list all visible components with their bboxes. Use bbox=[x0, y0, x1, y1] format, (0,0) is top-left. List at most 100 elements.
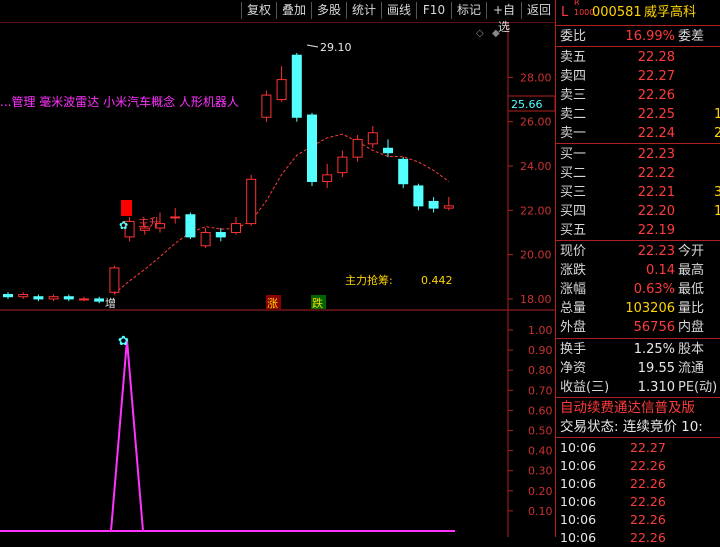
candle-body bbox=[79, 298, 89, 301]
marker-die: 跌 bbox=[312, 296, 323, 310]
sub-y-tick-label: 0.30 bbox=[528, 465, 553, 478]
max-price-pointer bbox=[306, 44, 319, 48]
stat-value: 56756 bbox=[633, 320, 675, 335]
promo-banner[interactable]: 自动续费通达信普及版 bbox=[556, 399, 720, 418]
stat-value: 103206 bbox=[625, 301, 675, 316]
stat-right-label: 最低 bbox=[678, 282, 705, 297]
marker-zhang: 涨 bbox=[267, 297, 278, 310]
bid-volume: 3 bbox=[714, 185, 720, 200]
candle-body bbox=[443, 205, 454, 209]
bid-price: 22.23 bbox=[637, 147, 675, 162]
overlay-button[interactable]: 叠加 bbox=[276, 2, 311, 19]
bid-volume: 1 bbox=[714, 204, 720, 219]
ask-volume: 1 bbox=[714, 107, 720, 122]
statistics-button[interactable]: 统计 bbox=[346, 2, 381, 19]
back-button[interactable]: 返回 bbox=[521, 2, 556, 19]
candle-body bbox=[352, 138, 363, 158]
sub-y-tick-label: 0.10 bbox=[528, 505, 553, 518]
ask-price: 22.25 bbox=[637, 107, 675, 122]
butterfly-icon: ✿ bbox=[119, 219, 128, 232]
multi-stock-button[interactable]: 多股 bbox=[311, 2, 346, 19]
candle-body bbox=[200, 231, 211, 247]
main-force-value: 0.442 bbox=[421, 274, 453, 287]
candle-body bbox=[413, 185, 424, 207]
webi-label: 委比 bbox=[560, 29, 587, 44]
bid-row[interactable]: 买三 22.21 3 bbox=[556, 183, 720, 202]
ask-row[interactable]: 卖三 22.26 bbox=[556, 86, 720, 105]
bid-row[interactable]: 买五 22.19 bbox=[556, 221, 720, 240]
ask-row[interactable]: 卖四 22.27 bbox=[556, 67, 720, 86]
bid-label: 买二 bbox=[560, 166, 587, 181]
webi-value: 16.99% bbox=[625, 29, 675, 44]
chart-toolbar: 复权 叠加 多股 统计 画线 F10 标记 +自选 返回 bbox=[0, 0, 556, 34]
butterfly-signal-icon: ✿ bbox=[118, 334, 129, 349]
bid-price: 22.21 bbox=[637, 185, 675, 200]
f10-button[interactable]: F10 bbox=[416, 2, 451, 19]
bid-label: 买五 bbox=[560, 223, 587, 238]
fuquan-button[interactable]: 复权 bbox=[241, 2, 276, 19]
ask-label: 卖五 bbox=[560, 50, 587, 65]
trade-status-text: 交易状态: 连续竞价 10: bbox=[560, 419, 703, 435]
candle-body bbox=[337, 156, 348, 174]
quote-stat-row: 现价 22.23 今开 bbox=[556, 242, 720, 261]
kline-chart[interactable]: 28.00 26.00 24.00 22.00 20.00 18.00 1.00 0.90 0… bbox=[0, 0, 555, 537]
max-price-label: 29.10 bbox=[320, 41, 352, 54]
tick-row: 10:06 22.26 bbox=[556, 529, 720, 547]
y-tick-label: 18.00 bbox=[520, 293, 552, 306]
stock-name: 威孚高科 bbox=[644, 5, 697, 20]
sub-y-tick-label: 0.20 bbox=[528, 485, 553, 498]
y-tick-label: 28.00 bbox=[520, 71, 552, 84]
mark-button[interactable]: 标记 bbox=[451, 2, 486, 19]
settings-diamond-icon: ◇ bbox=[476, 28, 484, 39]
tick-row: 10:06 22.26 bbox=[556, 511, 720, 529]
candle-body bbox=[428, 200, 439, 209]
candle-body bbox=[231, 223, 241, 233]
trade-status: 交易状态: 连续竞价 10: bbox=[556, 418, 720, 437]
ask-label: 卖三 bbox=[560, 88, 587, 103]
tick-price: 22.26 bbox=[630, 476, 666, 491]
fundamental-row: 净资 19.55 流通 bbox=[556, 359, 720, 378]
ask-price: 22.24 bbox=[637, 126, 675, 141]
candle-body bbox=[322, 174, 333, 183]
y-tick-label: 20.00 bbox=[520, 249, 552, 262]
fundamental-right-label: 流通 bbox=[678, 361, 705, 376]
candle-body bbox=[33, 296, 44, 300]
candle-body bbox=[261, 94, 272, 118]
fundamental-label: 换手 bbox=[560, 342, 587, 357]
candle-body bbox=[215, 231, 226, 238]
sub-y-tick-label: 0.40 bbox=[528, 445, 553, 458]
tick-time: 10:06 bbox=[560, 530, 597, 545]
candle-body bbox=[170, 216, 181, 219]
moving-average-line bbox=[114, 133, 450, 295]
ask-row[interactable]: 卖二 22.25 1 bbox=[556, 105, 720, 124]
draw-line-button[interactable]: 画线 bbox=[381, 2, 416, 19]
add-watchlist-button[interactable]: +自选 bbox=[486, 2, 521, 34]
bid-row[interactable]: 买二 22.22 bbox=[556, 164, 720, 183]
sub-y-tick-label: 0.60 bbox=[528, 404, 553, 417]
fundamental-right-label: PE(动) bbox=[678, 380, 718, 395]
stat-right-label: 今开 bbox=[678, 244, 705, 259]
candle-body bbox=[3, 293, 13, 298]
candle-body bbox=[18, 293, 29, 298]
tick-row: 10:06 22.26 bbox=[556, 475, 720, 493]
bid-row[interactable]: 买一 22.23 bbox=[556, 145, 720, 164]
bid-label: 买三 bbox=[560, 185, 587, 200]
level-l-badge: L bbox=[561, 5, 569, 20]
candle-body bbox=[367, 132, 378, 145]
stat-label: 外盘 bbox=[560, 320, 587, 335]
weicha-label: 委差 bbox=[678, 29, 705, 44]
candle-body bbox=[291, 54, 302, 118]
bid-row[interactable]: 买四 22.20 1 bbox=[556, 202, 720, 221]
bid-label: 买一 bbox=[560, 147, 587, 162]
candle-body bbox=[48, 296, 59, 300]
candle-body bbox=[276, 79, 287, 101]
fundamental-right-label: 股本 bbox=[678, 342, 705, 357]
ask-row[interactable]: 卖五 22.28 bbox=[556, 48, 720, 67]
candle-body bbox=[383, 147, 393, 154]
ask-row[interactable]: 卖一 22.24 2 bbox=[556, 124, 720, 143]
quote-panel: L R 1000 000581 威孚高科 委比 16.99% 委差 卖五 22.28… bbox=[555, 0, 720, 545]
fundamental-label: 净资 bbox=[560, 361, 587, 376]
y-tick-label: 26.00 bbox=[520, 116, 552, 129]
quote-stat-row: 涨幅 0.63% 最低 bbox=[556, 280, 720, 299]
fundamental-label: 收益(三) bbox=[560, 380, 610, 395]
